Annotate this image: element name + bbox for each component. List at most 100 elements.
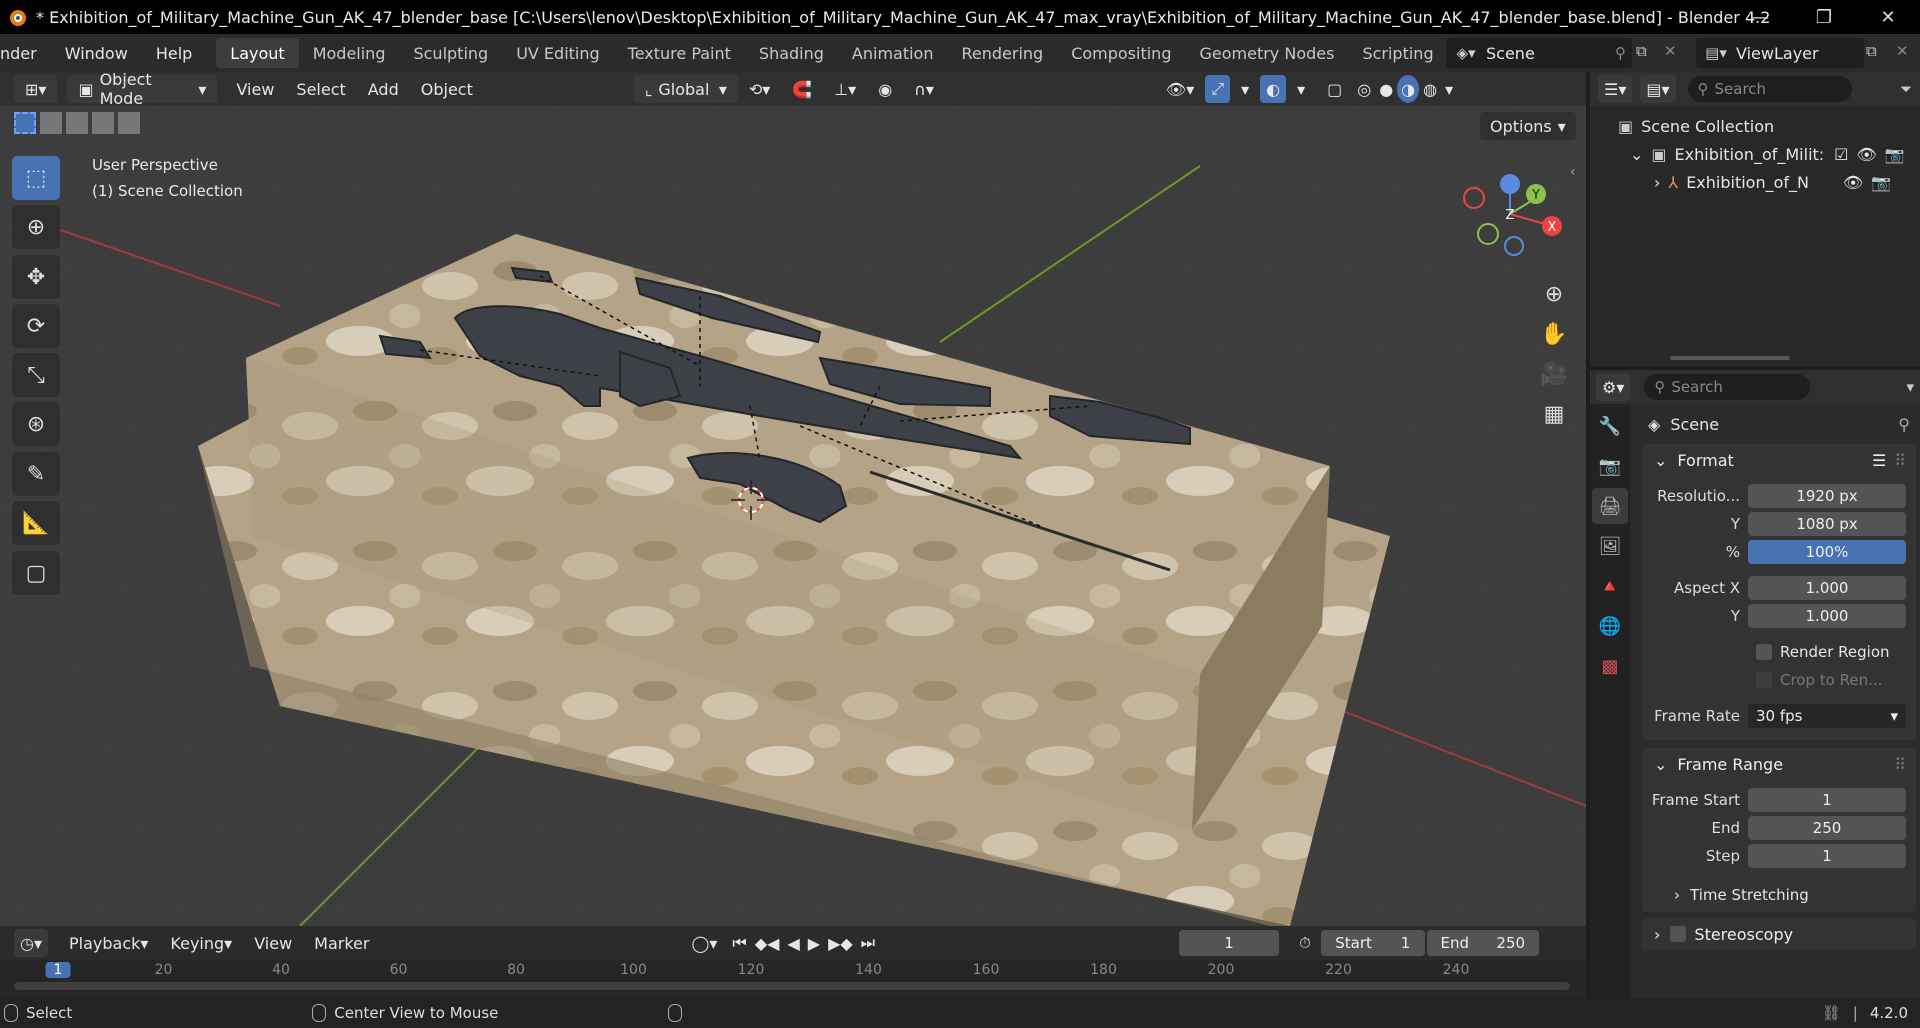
camera-icon[interactable]: 📷 [1871, 173, 1891, 192]
solid-shading-icon[interactable]: ● [1375, 75, 1397, 103]
jump-start-icon[interactable]: ⏮ [728, 929, 750, 957]
pin-icon[interactable]: ⚲ [1615, 44, 1626, 62]
outliner-row-object[interactable]: › ⅄ Exhibition_of_N 👁 📷 [1590, 168, 1920, 196]
tab-compositing[interactable]: Compositing [1057, 38, 1185, 68]
menu-add[interactable]: Add [357, 75, 410, 103]
rotate-tool-icon[interactable]: ⟳ [12, 304, 60, 348]
tab-sculpting[interactable]: Sculpting [399, 38, 502, 68]
pivot-icon[interactable]: ⟲▾ [738, 75, 781, 103]
material-shading-icon[interactable]: ◑ [1397, 75, 1420, 103]
cursor-tool-icon[interactable]: ⊕ [12, 205, 60, 249]
measure-tool-icon[interactable]: 📐 [12, 501, 60, 545]
checkbox-icon[interactable] [1670, 926, 1687, 942]
drag-handle-icon[interactable]: ⠿ [1894, 755, 1906, 774]
overlay-dropdown-icon[interactable]: ▾ [1286, 75, 1316, 103]
rendered-shading-icon[interactable]: ◍ [1419, 75, 1441, 103]
tab-geometry-nodes[interactable]: Geometry Nodes [1185, 38, 1348, 68]
select-subtract-icon[interactable] [66, 112, 88, 134]
new-scene-icon[interactable]: ⧉ [1636, 42, 1647, 60]
shading-dropdown-icon[interactable]: ▾ [1441, 75, 1457, 103]
jump-end-icon[interactable]: ⏭ [857, 929, 879, 957]
outliner-row-scene-collection[interactable]: ▣ Scene Collection [1590, 112, 1920, 140]
collapse-arrow-icon[interactable]: ‹ [1570, 164, 1576, 180]
stopwatch-icon[interactable]: ⏱ [1299, 934, 1311, 952]
restore-button[interactable]: ❐ [1792, 0, 1856, 34]
snap-target-icon[interactable]: ⊥▾ [823, 75, 867, 103]
orientation-dropdown[interactable]: ⌞ Global ▾ [633, 75, 738, 103]
current-frame-field[interactable]: 1 [1179, 930, 1280, 956]
visibility-icon[interactable]: 👁▾ [1155, 75, 1205, 103]
tab-scripting[interactable]: Scripting [1348, 38, 1447, 68]
transform-tool-icon[interactable]: ⊛ [12, 402, 60, 446]
menu-marker[interactable]: Marker [303, 929, 380, 957]
eye-icon[interactable]: 👁 [1843, 173, 1863, 192]
xray-icon[interactable]: ▢ [1316, 75, 1353, 103]
wireframe-shading-icon[interactable]: ◎ [1353, 75, 1375, 103]
tab-layout[interactable]: Layout [216, 38, 299, 68]
select-extend-icon[interactable] [40, 112, 62, 134]
frame-start-field[interactable]: 1 [1748, 788, 1906, 812]
menu-object[interactable]: Object [410, 75, 484, 103]
tab-animation[interactable]: Animation [838, 38, 948, 68]
zoom-icon[interactable]: ⊕ [1534, 274, 1574, 314]
aspect-x-field[interactable]: 1.000 [1748, 576, 1906, 600]
scale-tool-icon[interactable]: ⤡ [12, 353, 60, 397]
tab-texture-paint[interactable]: Texture Paint [614, 38, 745, 68]
menu-help[interactable]: Help [142, 34, 206, 72]
output-tab-icon[interactable]: 🖨 [1592, 488, 1628, 524]
timeline-editor-icon[interactable]: ◷▾ [14, 929, 48, 957]
play-reverse-icon[interactable]: ◀ [783, 929, 803, 957]
camera-view-icon[interactable]: 🎥 [1534, 354, 1574, 394]
jump-keyframe-forward-icon[interactable]: ▶◆ [824, 929, 857, 957]
filter-icon[interactable]: ⏷ [1900, 80, 1912, 98]
move-tool-icon[interactable]: ✥ [12, 255, 60, 299]
start-frame-field[interactable]: Start 1 [1320, 930, 1425, 956]
properties-editor-icon[interactable]: ⚙▾ [1596, 373, 1631, 401]
tab-shading[interactable]: Shading [745, 38, 838, 68]
timeline-scrollbar[interactable] [14, 982, 1570, 990]
play-icon[interactable]: ▶ [804, 929, 824, 957]
eye-icon[interactable]: 👁 [1857, 145, 1877, 164]
menu-timeline-view[interactable]: View [243, 929, 303, 957]
editor-type-icon[interactable]: ⊞▾ [14, 75, 58, 103]
proportional-icon[interactable]: ◉ [867, 75, 903, 103]
texture-tab-icon[interactable]: ▩ [1592, 648, 1628, 684]
end-frame-field[interactable]: End 250 [1426, 930, 1539, 956]
resolution-y-field[interactable]: 1080 px [1748, 512, 1906, 536]
gizmo-icon[interactable]: ⤢ [1205, 75, 1231, 103]
snap-icon[interactable]: 🧲 [781, 75, 823, 103]
expand-arrow-icon[interactable]: › [1654, 173, 1660, 192]
menu-render[interactable]: nder [0, 34, 51, 72]
viewlayer-selector[interactable]: ▤▾ ViewLayer [1696, 38, 1864, 68]
annotate-tool-icon[interactable]: ✎ [12, 452, 60, 496]
menu-select[interactable]: Select [285, 75, 356, 103]
outliner-scrollbar[interactable] [1670, 356, 1790, 360]
time-stretching-subpanel[interactable]: › Time Stretching [1642, 878, 1916, 912]
format-panel-header[interactable]: ⌄ Format ☰ ⠿ [1642, 444, 1916, 476]
world-tab-icon[interactable]: 🌐 [1592, 608, 1628, 644]
mode-dropdown[interactable]: ▣ Object Mode ▾ [67, 70, 218, 108]
auto-keying-icon[interactable]: ◯▾ [680, 929, 728, 957]
scene-selector[interactable]: ◈▾ Scene ⚲ [1446, 38, 1632, 68]
select-tool-icon[interactable]: ⬚ [12, 156, 60, 200]
view-layer-tab-icon[interactable]: 🖼 [1592, 528, 1628, 564]
delete-viewlayer-icon[interactable]: ✕ [1896, 42, 1909, 60]
expand-arrow-icon[interactable]: ⌄ [1630, 145, 1643, 164]
frame-range-panel-header[interactable]: ⌄ Frame Range ⠿ [1642, 748, 1916, 780]
ortho-grid-icon[interactable]: ▦ [1534, 394, 1574, 434]
properties-search-input[interactable]: ⚲ Search [1644, 374, 1811, 400]
pin-icon[interactable]: ⚲ [1898, 415, 1910, 434]
menu-view[interactable]: View [225, 75, 285, 103]
add-cube-tool-icon[interactable]: ▢ [12, 551, 60, 595]
overlay-icon[interactable]: ◐ [1260, 75, 1287, 103]
menu-keying[interactable]: Keying ▾ [159, 929, 243, 957]
select-invert-icon[interactable] [92, 112, 114, 134]
frame-rate-dropdown[interactable]: 30 fps ▾ [1748, 704, 1906, 728]
menu-playback[interactable]: Playback ▾ [58, 929, 159, 957]
gizmo-dropdown-icon[interactable]: ▾ [1230, 75, 1260, 103]
outliner-search-input[interactable]: ⚲ Search [1687, 76, 1852, 102]
outliner-row-collection[interactable]: ⌄ ▣ Exhibition_of_Milit: ☑ 👁 📷 [1590, 140, 1920, 168]
presets-list-icon[interactable]: ☰ [1872, 451, 1886, 470]
3d-viewport[interactable]: Z Y X User Perspective (1) Scene Collect… [0, 106, 1586, 926]
close-button[interactable]: ✕ [1856, 0, 1920, 34]
